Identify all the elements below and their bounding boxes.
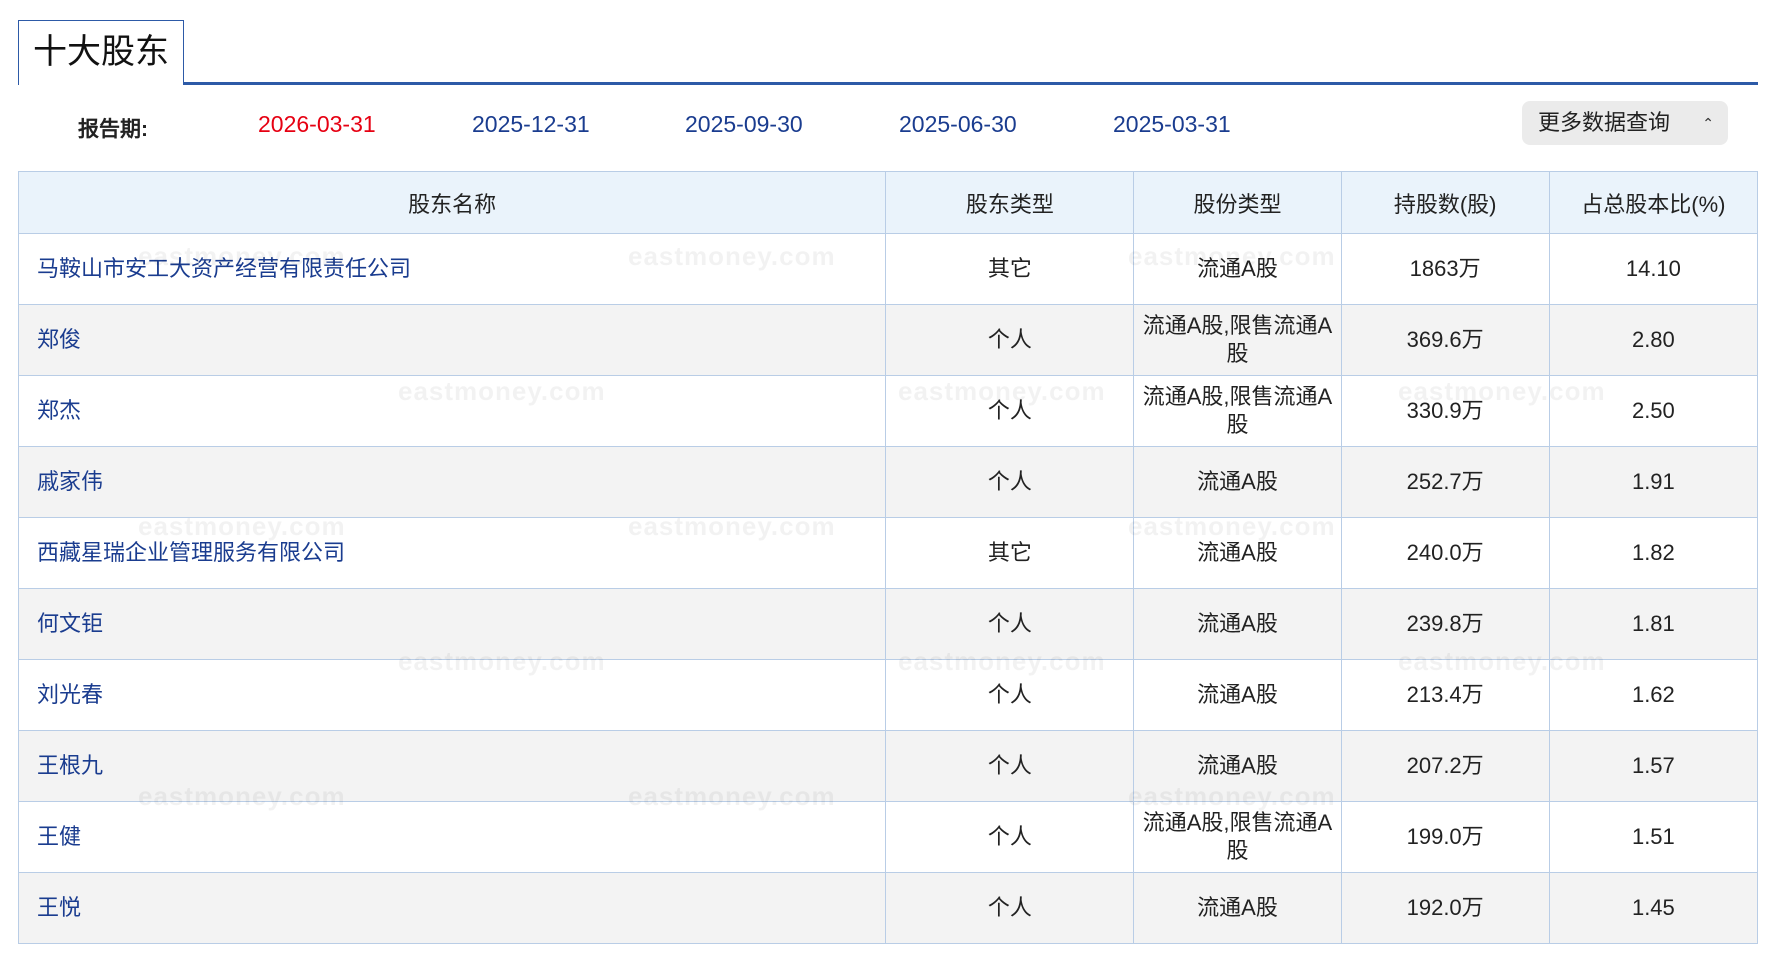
share-ratio: 1.91 <box>1548 446 1759 518</box>
shareholder-type: 其它 <box>885 233 1135 305</box>
share-type: 流通A股,限售流通A股 <box>1133 801 1342 873</box>
shareholder-name-link[interactable]: 王根九 <box>17 730 887 802</box>
period-tab-2025-06-30[interactable]: 2025-06-30 <box>899 111 1017 138</box>
table-row: 马鞍山市安工大资产经营有限责任公司 其它 流通A股 1863万 14.10 <box>17 233 1759 305</box>
table-container: 股东名称 股东类型 股份类型 持股数(股) 占总股本比(%) 马鞍山市安工大资产… <box>17 171 1759 944</box>
shareholder-type: 个人 <box>885 872 1135 944</box>
shareholder-name-link[interactable]: 何文钜 <box>17 588 887 660</box>
header-shares-held: 持股数(股) <box>1340 171 1550 234</box>
shares-held: 369.6万 <box>1340 304 1550 376</box>
shareholder-type: 个人 <box>885 588 1135 660</box>
share-ratio: 1.45 <box>1548 872 1759 944</box>
section-title: 十大股东 <box>18 20 184 85</box>
table-row: 何文钜 个人 流通A股 239.8万 1.81 <box>17 588 1759 660</box>
share-type: 流通A股,限售流通A股 <box>1133 375 1342 447</box>
shareholder-name-link[interactable]: 刘光春 <box>17 659 887 731</box>
shares-held: 239.8万 <box>1340 588 1550 660</box>
shares-held: 252.7万 <box>1340 446 1550 518</box>
shareholder-name-link[interactable]: 郑俊 <box>17 304 887 376</box>
shares-held: 240.0万 <box>1340 517 1550 589</box>
period-tab-2025-12-31[interactable]: 2025-12-31 <box>472 111 590 138</box>
shares-held: 207.2万 <box>1340 730 1550 802</box>
shareholder-type: 个人 <box>885 304 1135 376</box>
table-row: 刘光春 个人 流通A股 213.4万 1.62 <box>17 659 1759 731</box>
more-data-query-button[interactable]: 更多数据查询 ⌃ <box>1522 101 1728 145</box>
table-row: 王根九 个人 流通A股 207.2万 1.57 <box>17 730 1759 802</box>
table-row: 郑俊 个人 流通A股,限售流通A股 369.6万 2.80 <box>17 304 1759 376</box>
shareholder-name-link[interactable]: 西藏星瑞企业管理服务有限公司 <box>17 517 887 589</box>
shares-held: 192.0万 <box>1340 872 1550 944</box>
table-header-row: 股东名称 股东类型 股份类型 持股数(股) 占总股本比(%) <box>17 171 1759 234</box>
share-ratio: 1.57 <box>1548 730 1759 802</box>
share-type: 流通A股 <box>1133 872 1342 944</box>
section-header: 十大股东 <box>18 20 1758 85</box>
share-ratio: 1.62 <box>1548 659 1759 731</box>
header-shareholder-name: 股东名称 <box>17 171 887 234</box>
header-shareholder-type: 股东类型 <box>885 171 1135 234</box>
shareholders-table: 股东名称 股东类型 股份类型 持股数(股) 占总股本比(%) 马鞍山市安工大资产… <box>17 171 1759 944</box>
share-type: 流通A股 <box>1133 446 1342 518</box>
shares-held: 199.0万 <box>1340 801 1550 873</box>
share-ratio: 14.10 <box>1548 233 1759 305</box>
period-tab-2025-09-30[interactable]: 2025-09-30 <box>685 111 803 138</box>
share-type: 流通A股 <box>1133 730 1342 802</box>
table-row: 戚家伟 个人 流通A股 252.7万 1.91 <box>17 446 1759 518</box>
period-label: 报告期: <box>78 118 148 141</box>
table-row: 王悦 个人 流通A股 192.0万 1.45 <box>17 872 1759 944</box>
shareholder-type: 个人 <box>885 801 1135 873</box>
shares-held: 330.9万 <box>1340 375 1550 447</box>
period-tab-2025-03-31[interactable]: 2025-03-31 <box>1113 111 1231 138</box>
shareholder-type: 其它 <box>885 517 1135 589</box>
shares-held: 1863万 <box>1340 233 1550 305</box>
share-type: 流通A股 <box>1133 659 1342 731</box>
shareholder-type: 个人 <box>885 659 1135 731</box>
header-share-type: 股份类型 <box>1133 171 1342 234</box>
shares-held: 213.4万 <box>1340 659 1550 731</box>
share-ratio: 2.80 <box>1548 304 1759 376</box>
share-type: 流通A股 <box>1133 588 1342 660</box>
top-shareholders-panel: 十大股东 报告期: 2026-03-31 2025-12-31 2025-09-… <box>17 20 1759 944</box>
report-period-selector: 报告期: 2026-03-31 2025-12-31 2025-09-30 20… <box>18 85 1758 171</box>
period-tab-2026-03-31[interactable]: 2026-03-31 <box>258 111 376 138</box>
shareholder-type: 个人 <box>885 375 1135 447</box>
shareholder-name-link[interactable]: 郑杰 <box>17 375 887 447</box>
share-ratio: 1.81 <box>1548 588 1759 660</box>
more-data-query-label: 更多数据查询 <box>1538 110 1671 135</box>
header-ratio: 占总股本比(%) <box>1548 171 1759 234</box>
shareholder-name-link[interactable]: 王健 <box>17 801 887 873</box>
shareholder-name-link[interactable]: 王悦 <box>17 872 887 944</box>
share-ratio: 2.50 <box>1548 375 1759 447</box>
chevron-up-down-icon: ⌃ <box>1702 115 1714 131</box>
table-row: 王健 个人 流通A股,限售流通A股 199.0万 1.51 <box>17 801 1759 873</box>
shareholder-name-link[interactable]: 戚家伟 <box>17 446 887 518</box>
table-row: 郑杰 个人 流通A股,限售流通A股 330.9万 2.50 <box>17 375 1759 447</box>
share-ratio: 1.51 <box>1548 801 1759 873</box>
shareholder-type: 个人 <box>885 446 1135 518</box>
shareholder-type: 个人 <box>885 730 1135 802</box>
share-type: 流通A股,限售流通A股 <box>1133 304 1342 376</box>
table-row: 西藏星瑞企业管理服务有限公司 其它 流通A股 240.0万 1.82 <box>17 517 1759 589</box>
share-type: 流通A股 <box>1133 517 1342 589</box>
shareholder-name-link[interactable]: 马鞍山市安工大资产经营有限责任公司 <box>17 233 887 305</box>
share-ratio: 1.82 <box>1548 517 1759 589</box>
share-type: 流通A股 <box>1133 233 1342 305</box>
